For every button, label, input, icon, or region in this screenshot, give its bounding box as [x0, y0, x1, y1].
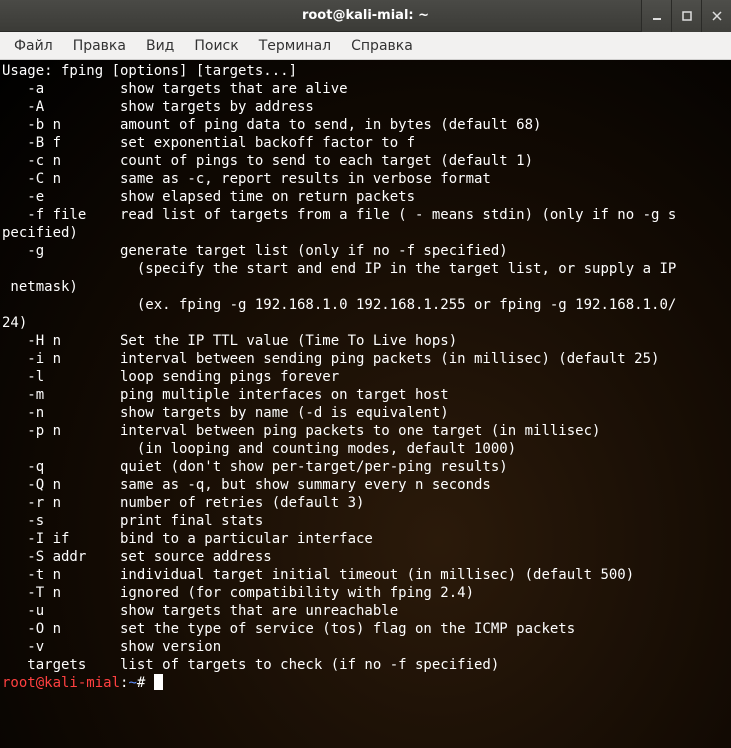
terminal-output-line: pecified) — [2, 224, 729, 242]
terminal-output-line: -p n interval between ping packets to on… — [2, 422, 729, 440]
terminal-output-line: 24) — [2, 314, 729, 332]
terminal-output-line: -c n count of pings to send to each targ… — [2, 152, 729, 170]
terminal-output-line: (in looping and counting modes, default … — [2, 440, 729, 458]
terminal-output-line: -S addr set source address — [2, 548, 729, 566]
terminal-output-line: -t n individual target initial timeout (… — [2, 566, 729, 584]
terminal-output-line: -A show targets by address — [2, 98, 729, 116]
terminal-output-line: -f file read list of targets from a file… — [2, 206, 729, 224]
terminal-output-line: -v show version — [2, 638, 729, 656]
menu-file[interactable]: Файл — [4, 34, 63, 58]
menubar: Файл Правка Вид Поиск Терминал Справка — [0, 32, 731, 60]
terminal-output-line: -B f set exponential backoff factor to f — [2, 134, 729, 152]
close-button[interactable] — [701, 0, 731, 32]
terminal-output-line: Usage: fping [options] [targets...] — [2, 62, 729, 80]
window-title: root@kali-mial: ~ — [302, 8, 429, 23]
minimize-button[interactable] — [641, 0, 671, 32]
prompt-user-host: root@kali-mial — [2, 675, 120, 691]
terminal-area[interactable]: Usage: fping [options] [targets...] -a s… — [0, 60, 731, 748]
terminal-output-line: -T n ignored (for compatibility with fpi… — [2, 584, 729, 602]
terminal-prompt[interactable]: root@kali-mial:~# — [2, 674, 729, 692]
menu-view[interactable]: Вид — [136, 34, 184, 58]
terminal-output-line: -r n number of retries (default 3) — [2, 494, 729, 512]
window-controls — [641, 0, 731, 31]
terminal-output-line: -n show targets by name (-d is equivalen… — [2, 404, 729, 422]
terminal-output-line: -s print final stats — [2, 512, 729, 530]
terminal-output-line: -b n amount of ping data to send, in byt… — [2, 116, 729, 134]
window-titlebar: root@kali-mial: ~ — [0, 0, 731, 32]
terminal-output-line: -m ping multiple interfaces on target ho… — [2, 386, 729, 404]
terminal-output-line: -H n Set the IP TTL value (Time To Live … — [2, 332, 729, 350]
terminal-output-line: (specify the start and end IP in the tar… — [2, 260, 729, 278]
terminal-output-line: -q quiet (don't show per-target/per-ping… — [2, 458, 729, 476]
terminal-output-line: (ex. fping -g 192.168.1.0 192.168.1.255 … — [2, 296, 729, 314]
terminal-output-line: -e show elapsed time on return packets — [2, 188, 729, 206]
prompt-path: ~ — [128, 675, 136, 691]
terminal-output-line: targets list of targets to check (if no … — [2, 656, 729, 674]
terminal-output-line: -O n set the type of service (tos) flag … — [2, 620, 729, 638]
terminal-output-line: -Q n same as -q, but show summary every … — [2, 476, 729, 494]
terminal-output-line: -i n interval between sending ping packe… — [2, 350, 729, 368]
terminal-output-line: -u show targets that are unreachable — [2, 602, 729, 620]
menu-search[interactable]: Поиск — [184, 34, 248, 58]
terminal-output-line: -C n same as -c, report results in verbo… — [2, 170, 729, 188]
menu-help[interactable]: Справка — [341, 34, 423, 58]
cursor — [154, 674, 163, 690]
prompt-hash: # — [137, 675, 154, 691]
menu-terminal[interactable]: Терминал — [249, 34, 341, 58]
terminal-output-line: -l loop sending pings forever — [2, 368, 729, 386]
menu-edit[interactable]: Правка — [63, 34, 136, 58]
maximize-button[interactable] — [671, 0, 701, 32]
terminal-output-line: -I if bind to a particular interface — [2, 530, 729, 548]
terminal-output-line: -g generate target list (only if no -f s… — [2, 242, 729, 260]
terminal-output-line: netmask) — [2, 278, 729, 296]
terminal-output-line: -a show targets that are alive — [2, 80, 729, 98]
